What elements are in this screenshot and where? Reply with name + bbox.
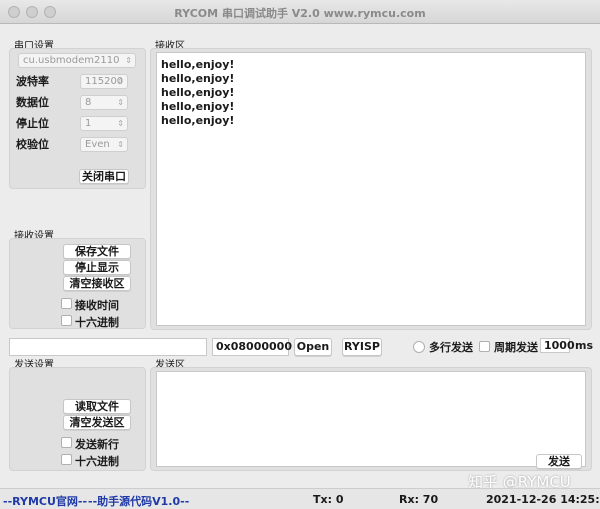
databits-select[interactable]: 8 ⇕	[80, 95, 128, 110]
parity-value: Even	[85, 139, 110, 150]
receive-textarea[interactable]: hello,enjoy! hello,enjoy! hello,enjoy! h…	[156, 52, 586, 326]
send-hex-checkbox[interactable]	[61, 454, 72, 465]
parity-select[interactable]: Even ⇕	[80, 137, 128, 152]
receive-settings-group: 保存文件 停止显示 清空接收区 接收时间 十六进制	[9, 238, 146, 329]
receive-area-group: hello,enjoy! hello,enjoy! hello,enjoy! h…	[150, 48, 592, 330]
databits-value: 8	[85, 97, 92, 108]
clear-send-button[interactable]: 清空发送区	[63, 415, 131, 430]
rx-count: Rx: 70	[399, 493, 439, 506]
open-button[interactable]: Open	[294, 338, 332, 356]
tx-count: Tx: 0	[313, 493, 344, 506]
parity-label: 校验位	[16, 138, 49, 151]
multi-send-label: 多行发送	[429, 341, 473, 354]
timestamp: 2021-12-26 14:25:19	[486, 493, 600, 506]
chevron-updown-icon: ⇕	[125, 56, 132, 65]
serial-settings-group: cu.usbmodem2110 ⇕ 波特率 115200 ⇕ 数据位 8 ⇕ 停…	[9, 48, 146, 189]
send-textarea[interactable]	[156, 371, 586, 467]
chevron-updown-icon: ⇕	[117, 140, 124, 149]
baud-select[interactable]: 115200 ⇕	[80, 74, 128, 89]
send-area-group	[150, 367, 592, 471]
port-value: cu.usbmodem2110	[23, 55, 120, 66]
databits-label: 数据位	[16, 96, 49, 109]
port-select[interactable]: cu.usbmodem2110 ⇕	[18, 53, 136, 68]
send-settings-group: 读取文件 清空发送区 发送新行 十六进制	[9, 367, 146, 471]
window-title: RYCOM 串口调试助手 V2.0 www.rymcu.com	[174, 7, 426, 20]
periodic-send-checkbox[interactable]	[479, 341, 490, 352]
send-button[interactable]: 发送	[536, 454, 582, 469]
official-site-link[interactable]: --RYMCU官网--	[3, 493, 87, 509]
chevron-updown-icon: ⇕	[117, 119, 124, 128]
command-input[interactable]	[9, 338, 207, 356]
receive-time-label: 接收时间	[75, 299, 119, 312]
baud-label: 波特率	[16, 75, 49, 88]
chevron-updown-icon: ⇕	[117, 98, 124, 107]
title-bar: RYCOM 串口调试助手 V2.0 www.rymcu.com	[0, 0, 600, 24]
status-bar: --RYMCU官网-- --助手源代码V1.0-- Tx: 0 Rx: 70 2…	[0, 488, 600, 509]
stop-display-button[interactable]: 停止显示	[63, 260, 131, 275]
receive-hex-label: 十六进制	[75, 316, 119, 329]
period-input[interactable]: 1000	[540, 338, 575, 353]
periodic-send-label: 周期发送	[494, 341, 538, 354]
ryisp-button[interactable]: RYISP	[342, 338, 382, 356]
chevron-updown-icon: ⇕	[117, 77, 124, 86]
stopbits-select[interactable]: 1 ⇕	[80, 116, 128, 131]
send-newline-label: 发送新行	[75, 438, 119, 451]
receive-content: hello,enjoy! hello,enjoy! hello,enjoy! h…	[161, 58, 235, 127]
clear-receive-button[interactable]: 清空接收区	[63, 276, 131, 291]
receive-hex-checkbox[interactable]	[61, 315, 72, 326]
period-unit: ms	[575, 339, 594, 352]
address-input[interactable]: 0x08000000	[212, 338, 292, 356]
close-port-button[interactable]: 关闭串口	[79, 169, 129, 184]
stopbits-label: 停止位	[16, 117, 49, 130]
multi-send-radio[interactable]	[413, 341, 425, 353]
source-code-link[interactable]: --助手源代码V1.0--	[88, 493, 189, 509]
send-hex-label: 十六进制	[75, 455, 119, 468]
read-file-button[interactable]: 读取文件	[63, 399, 131, 414]
receive-time-checkbox[interactable]	[61, 298, 72, 309]
stopbits-value: 1	[85, 118, 92, 129]
send-newline-checkbox[interactable]	[61, 437, 72, 448]
save-file-button[interactable]: 保存文件	[63, 244, 131, 259]
